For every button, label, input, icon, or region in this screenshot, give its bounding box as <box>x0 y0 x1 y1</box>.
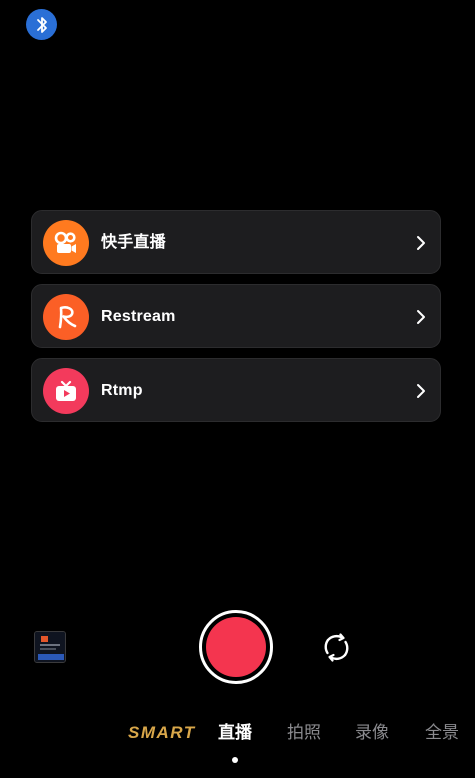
stream-target-kuaishou[interactable]: 快手直播 <box>31 210 441 274</box>
active-mode-indicator <box>232 757 238 763</box>
mode-panorama[interactable]: 全景 <box>425 722 459 744</box>
gallery-thumbnail[interactable] <box>34 631 66 663</box>
mode-video[interactable]: 录像 <box>355 722 389 744</box>
stream-target-label: Restream <box>101 308 176 325</box>
record-shutter-button[interactable] <box>199 610 273 684</box>
camera-flip-icon[interactable] <box>320 631 353 664</box>
stream-target-label: 快手直播 <box>101 234 166 251</box>
kuaishou-camera-icon <box>43 220 89 266</box>
mode-photo[interactable]: 拍照 <box>287 722 321 744</box>
record-shutter-core <box>206 617 266 677</box>
restream-r-icon <box>43 294 89 340</box>
mode-live[interactable]: 直播 <box>218 722 252 744</box>
chevron-right-icon <box>417 236 425 250</box>
bluetooth-button[interactable] <box>26 9 57 40</box>
gallery-preview-image <box>35 632 65 662</box>
bluetooth-icon <box>36 16 47 33</box>
stream-target-label: Rtmp <box>101 382 143 399</box>
stream-target-restream[interactable]: Restream <box>31 284 441 348</box>
stream-target-rtmp[interactable]: Rtmp <box>31 358 441 422</box>
chevron-right-icon <box>417 384 425 398</box>
tv-play-icon <box>43 368 89 414</box>
chevron-right-icon <box>417 310 425 324</box>
mode-smart[interactable]: SMART <box>128 722 196 744</box>
